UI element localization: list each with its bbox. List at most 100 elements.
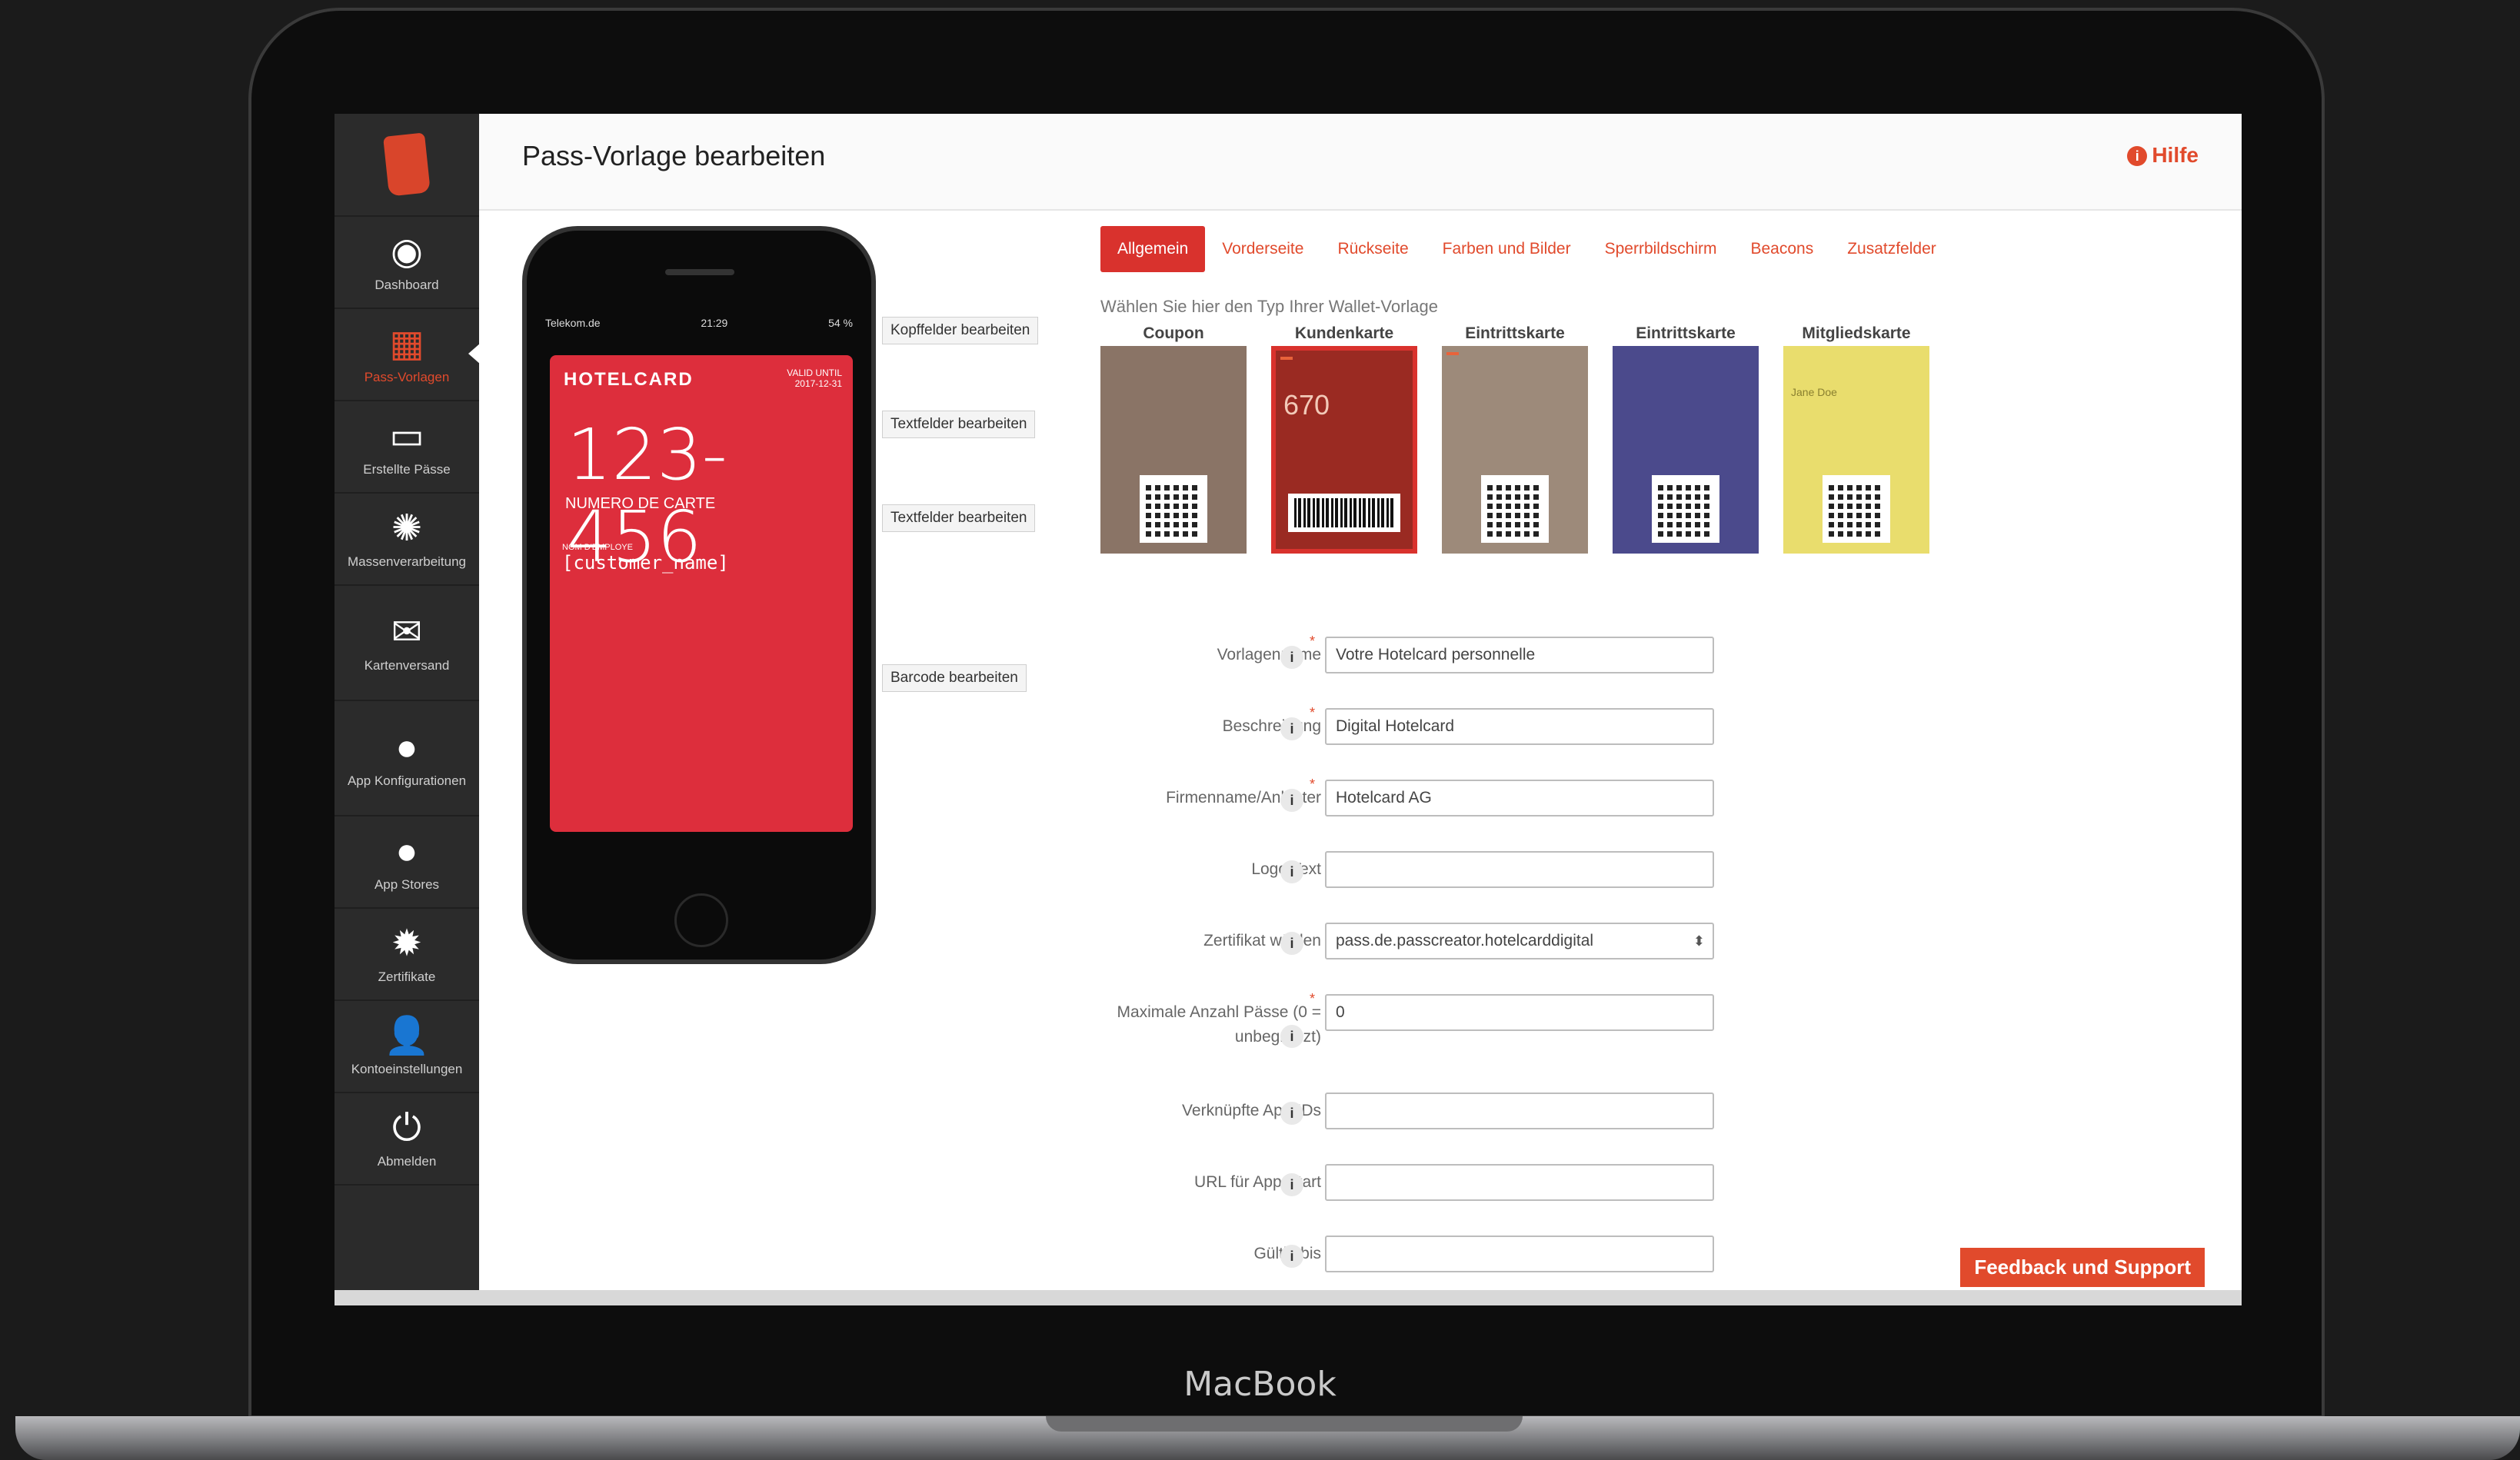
sidebar-item-pass-templates[interactable]: ▦ Pass-Vorlagen xyxy=(335,309,481,401)
type-thumbnail xyxy=(1613,346,1759,554)
logo-text-input[interactable] xyxy=(1325,851,1714,888)
thumb-name: Jane Doe xyxy=(1791,386,1837,398)
info-icon[interactable]: i xyxy=(1280,860,1303,883)
sidebar-item-card-dispatch[interactable]: ✉ Kartenversand xyxy=(335,586,479,701)
tab-lockscreen[interactable]: Sperrbildschirm xyxy=(1588,226,1734,272)
edit-barcode-button[interactable]: Barcode bearbeiten xyxy=(882,664,1027,692)
phone-home-button xyxy=(674,893,728,947)
max-passes-input[interactable]: 0 xyxy=(1325,994,1714,1031)
form-row-certificate: Zertifikat wählen i pass.de.passcreator.… xyxy=(1094,920,1740,991)
type-thumbnail xyxy=(1442,346,1588,554)
type-thumbnail: Jane Doe xyxy=(1783,346,1929,554)
type-thumbnail xyxy=(1100,346,1247,554)
app-url-input[interactable] xyxy=(1325,1164,1714,1201)
header: Pass-Vorlage bearbeiten i Hilfe xyxy=(479,114,2242,211)
tab-extra-fields[interactable]: Zusatzfelder xyxy=(1830,226,1953,272)
type-membership-card[interactable]: Mitgliedskarte Jane Doe xyxy=(1783,324,1929,554)
tab-general[interactable]: Allgemein xyxy=(1100,226,1206,272)
pass-number-label: NUMERO DE CARTE xyxy=(565,495,716,512)
tab-beacons[interactable]: Beacons xyxy=(1733,226,1830,272)
grid-icon: ▦ xyxy=(389,324,424,364)
sidebar-item-dashboard[interactable]: ◉ Dashboard xyxy=(335,217,479,309)
select-arrow-icon: ⬍ xyxy=(1693,933,1705,949)
required-mark: * xyxy=(1310,634,1316,649)
sidebar-item-certificates[interactable]: ✹ Zertifikate xyxy=(335,909,479,1001)
form-row-template-name: Vorlagenname i * Votre Hotelcard personn… xyxy=(1094,634,1740,705)
app-logo[interactable] xyxy=(335,114,479,217)
page-title: Pass-Vorlage bearbeiten xyxy=(522,140,826,171)
type-event-ticket-2[interactable]: Eintrittskarte xyxy=(1613,324,1759,554)
pass-brand: HOTELCARD xyxy=(564,369,694,390)
screen: ◉ Dashboard ▦ Pass-Vorlagen ▭ Erstellte Päs… xyxy=(335,114,2242,1305)
required-mark: * xyxy=(1310,777,1316,792)
sidebar-item-logout[interactable]: ⏻ Abmelden xyxy=(335,1093,479,1186)
info-icon[interactable]: i xyxy=(1280,1102,1303,1125)
certificate-select[interactable]: pass.de.passcreator.hotelcarddigital ⬍ xyxy=(1325,923,1714,959)
pass-valid: VALID UNTIL 2017-12-31 xyxy=(787,367,842,389)
form-row-logo-text: Logo Text i xyxy=(1094,848,1740,920)
qr-code xyxy=(1140,475,1207,543)
form-row-description: Beschreibung i * Digital Hotelcard xyxy=(1094,705,1740,777)
user-icon: 👤 xyxy=(384,1016,430,1056)
globe-icon: ● xyxy=(395,727,418,768)
info-icon[interactable]: i xyxy=(1280,1173,1303,1196)
pass-card[interactable]: HOTELCARD VALID UNTIL 2017-12-31 123-456 … xyxy=(550,355,853,832)
form-row-app-url: URL für App-Start i xyxy=(1094,1161,1740,1232)
sidebar-item-account-settings[interactable]: 👤 Kontoeinstellungen xyxy=(335,1001,479,1093)
globe-icon: ● xyxy=(395,831,418,872)
laptop-notch xyxy=(1046,1416,1523,1432)
description-input[interactable]: Digital Hotelcard xyxy=(1325,708,1714,745)
type-customer-card[interactable]: Kundenkarte 670 xyxy=(1271,324,1417,554)
phone-status-bar: Telekom.de 21:29 54 % xyxy=(545,317,853,329)
phone-speaker xyxy=(665,269,734,275)
pass-field-label: NOM D'EMPLOYE xyxy=(562,543,633,552)
form-row-app-ids: Verknüpfte App-IDs i xyxy=(1094,1089,1740,1161)
sidebar-item-bulk-processing[interactable]: ✺ Massenverarbeitung xyxy=(335,494,479,586)
edit-header-fields-button[interactable]: Kopffelder bearbeiten xyxy=(882,317,1039,344)
template-name-input[interactable]: Votre Hotelcard personnelle xyxy=(1325,637,1714,673)
tab-back[interactable]: Rückseite xyxy=(1320,226,1425,272)
sidebar-item-app-configurations[interactable]: ● App Konfigurationen xyxy=(335,701,479,816)
edit-text-fields-button-2[interactable]: Textfelder bearbeiten xyxy=(882,504,1036,532)
card-icon: ▭ xyxy=(389,416,424,457)
feedback-button[interactable]: Feedback und Support xyxy=(1960,1248,2205,1287)
info-icon[interactable]: i xyxy=(1280,789,1303,812)
info-icon[interactable]: i xyxy=(1280,1245,1303,1268)
thumb-tag xyxy=(1280,357,1293,360)
main-content: Telekom.de 21:29 54 % HOTELCARD VALID UN… xyxy=(479,211,2242,1290)
badge-icon: ✹ xyxy=(391,923,423,964)
form-row-company: Firmenname/Anbieter i * Hotelcard AG xyxy=(1094,777,1740,848)
spinner-icon: ✺ xyxy=(391,508,423,549)
edit-text-fields-button[interactable]: Textfelder bearbeiten xyxy=(882,411,1036,438)
info-icon[interactable]: i xyxy=(1280,1025,1303,1048)
sidebar: ◉ Dashboard ▦ Pass-Vorlagen ▭ Erstellte Päs… xyxy=(335,114,481,1290)
power-icon: ⏻ xyxy=(392,1108,421,1149)
phone-preview: Telekom.de 21:29 54 % HOTELCARD VALID UN… xyxy=(522,226,876,964)
sidebar-item-app-stores[interactable]: ● App Stores xyxy=(335,816,479,909)
thumb-tag xyxy=(1446,352,1459,355)
mail-icon: ✉ xyxy=(391,612,423,653)
type-event-ticket[interactable]: Eintrittskarte xyxy=(1442,324,1588,554)
info-icon[interactable]: i xyxy=(1280,646,1303,669)
company-input[interactable]: Hotelcard AG xyxy=(1325,780,1714,816)
tab-front[interactable]: Vorderseite xyxy=(1205,226,1320,272)
tab-bar: Allgemein Vorderseite Rückseite Farben u… xyxy=(1100,226,1953,272)
app-ids-input[interactable] xyxy=(1325,1093,1714,1129)
tab-colors-images[interactable]: Farben und Bilder xyxy=(1426,226,1588,272)
template-form: Vorlagenname i * Votre Hotelcard personn… xyxy=(1094,634,1740,1304)
barcode xyxy=(1288,494,1400,532)
info-icon[interactable]: i xyxy=(1280,932,1303,955)
logo-icon xyxy=(383,132,431,197)
type-coupon[interactable]: Coupon xyxy=(1100,324,1247,554)
type-thumbnail: 670 xyxy=(1271,346,1417,554)
valid-until-input[interactable] xyxy=(1325,1236,1714,1272)
qr-code xyxy=(1652,475,1719,543)
required-mark: * xyxy=(1310,705,1316,720)
info-icon: i xyxy=(2127,146,2148,166)
dashboard-icon: ◉ xyxy=(391,231,423,272)
qr-code xyxy=(1823,475,1890,543)
info-icon[interactable]: i xyxy=(1280,717,1303,740)
sidebar-item-created-passes[interactable]: ▭ Erstellte Pässe xyxy=(335,401,479,494)
horizontal-scrollbar[interactable] xyxy=(335,1290,2242,1305)
help-link[interactable]: i Hilfe xyxy=(2127,143,2199,168)
